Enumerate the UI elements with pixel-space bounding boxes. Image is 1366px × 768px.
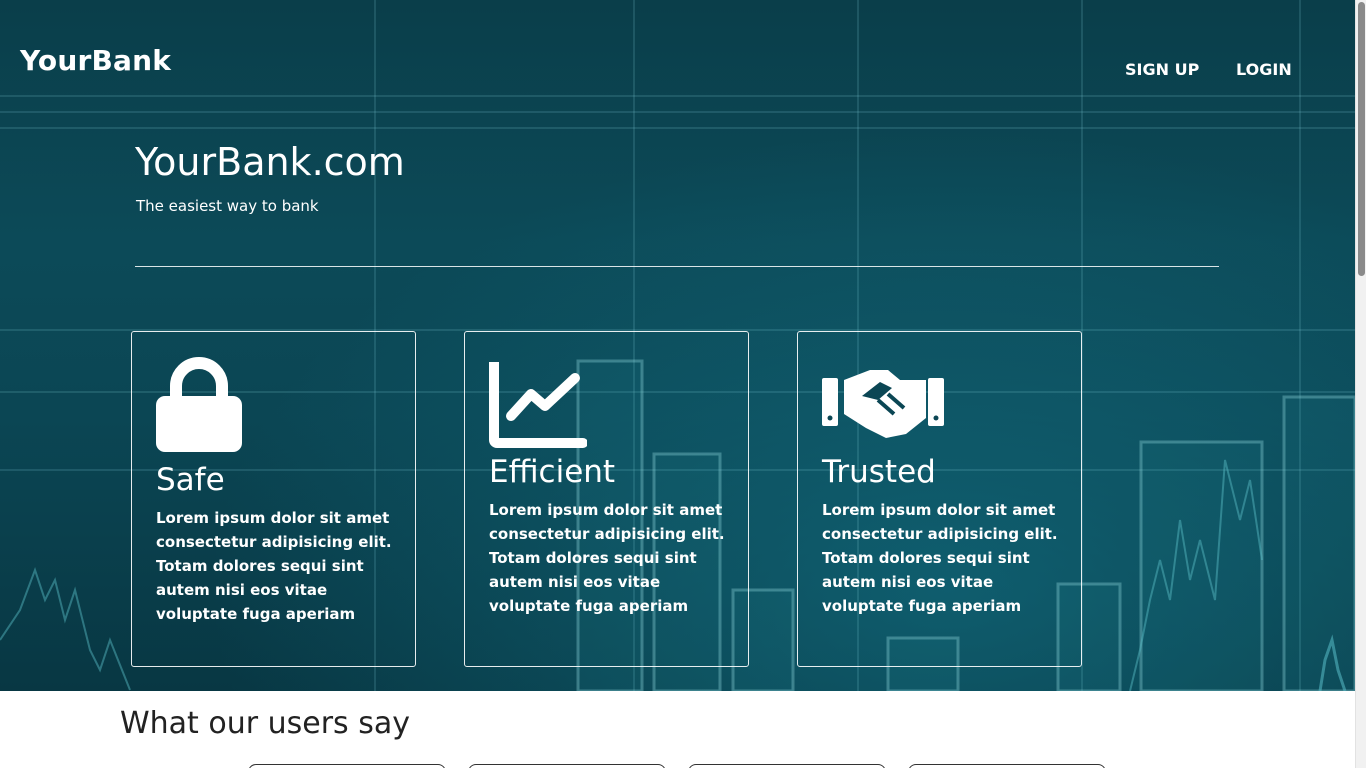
feature-title: Safe	[156, 462, 225, 498]
feature-title: Trusted	[822, 454, 936, 490]
lock-icon	[156, 357, 242, 452]
hero-section: YourBank SIGN UP LOGIN YourBank.com The …	[0, 0, 1355, 691]
handshake-icon	[822, 370, 944, 438]
hero-divider	[135, 266, 1219, 267]
hero-subtitle: The easiest way to bank	[136, 197, 319, 215]
testimonial-card	[468, 764, 666, 768]
testimonials-title: What our users say	[120, 706, 410, 741]
testimonial-card	[248, 764, 446, 768]
feature-card-efficient: Efficient Lorem ipsum dolor sit amet con…	[464, 331, 749, 667]
feature-text: Lorem ipsum dolor sit amet consectetur a…	[156, 509, 392, 623]
nav-sign-up-link[interactable]: SIGN UP	[1125, 60, 1199, 79]
feature-card-trusted: Trusted Lorem ipsum dolor sit amet conse…	[797, 331, 1082, 667]
feature-card-safe: Safe Lorem ipsum dolor sit amet consecte…	[131, 331, 416, 667]
nav-login-link[interactable]: LOGIN	[1236, 60, 1292, 79]
feature-title: Efficient	[489, 454, 616, 490]
line-chart-icon	[489, 362, 587, 448]
hero-title: YourBank.com	[135, 140, 405, 184]
feature-text: Lorem ipsum dolor sit amet consectetur a…	[822, 501, 1058, 615]
feature-text: Lorem ipsum dolor sit amet consectetur a…	[489, 501, 725, 615]
page-scrollbar[interactable]	[1355, 0, 1366, 768]
testimonial-card	[688, 764, 886, 768]
brand-logo[interactable]: YourBank	[20, 44, 171, 77]
scrollbar-thumb[interactable]	[1358, 2, 1365, 276]
testimonial-card	[908, 764, 1106, 768]
